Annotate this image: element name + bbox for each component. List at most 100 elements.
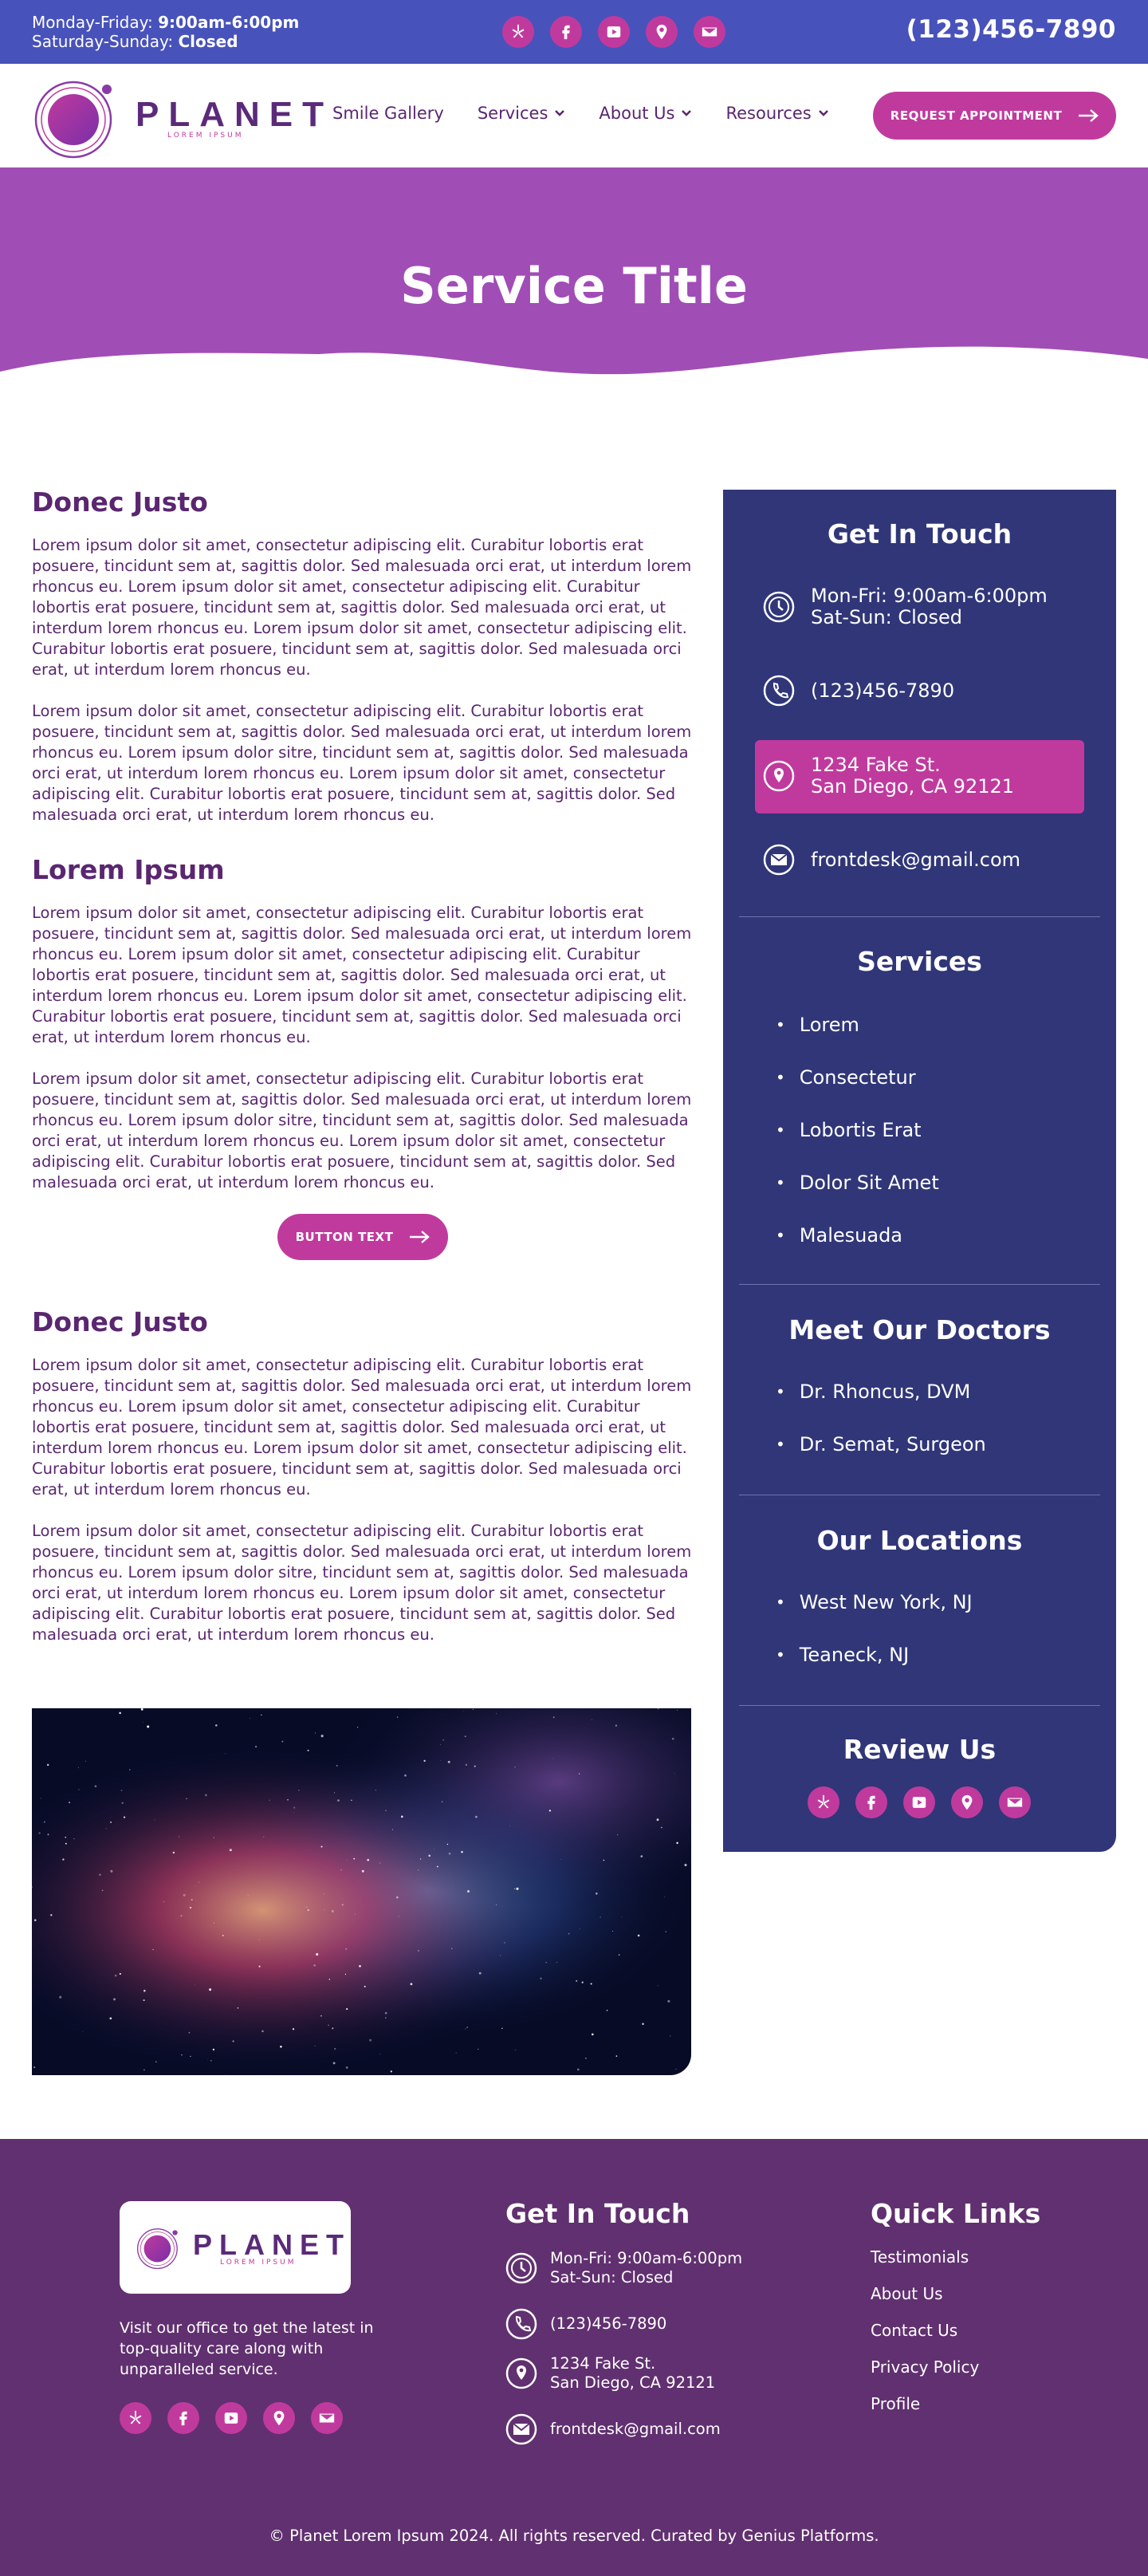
nav-label: Resources xyxy=(725,104,812,123)
address-line: 1234 Fake St. xyxy=(811,754,941,776)
planet-logo-icon xyxy=(136,2228,178,2270)
nav-about-us[interactable]: About Us xyxy=(599,104,692,123)
divider xyxy=(739,916,1100,917)
map-pin-icon xyxy=(763,760,795,792)
facebook-icon[interactable] xyxy=(855,1786,887,1818)
footer-link-testimonials[interactable]: Testimonials xyxy=(871,2247,969,2267)
list-item-label: West New York, NJ xyxy=(799,1591,973,1613)
services-list-item[interactable]: Lobortis Erat xyxy=(776,1104,939,1156)
footer-phone-link[interactable]: (123)456-7890 xyxy=(505,2308,666,2340)
services-list-item[interactable]: Lorem xyxy=(776,998,939,1051)
yelp-icon[interactable] xyxy=(808,1786,839,1818)
clock-icon xyxy=(505,2252,537,2284)
yelp-icon[interactable] xyxy=(120,2402,151,2434)
divider xyxy=(739,1284,1100,1285)
content-section: Donec Justo Lorem ipsum dolor sit amet, … xyxy=(32,486,694,825)
map-pin-icon[interactable] xyxy=(263,2402,295,2434)
doctors-list-item[interactable]: Dr. Rhoncus, DVM xyxy=(776,1365,986,1418)
logo-name: PLANET xyxy=(136,95,333,134)
weekday-label: Monday-Friday: xyxy=(32,13,153,32)
site-logo[interactable]: PLANET LOREM IPSUM xyxy=(32,73,333,161)
sidebar-address-link[interactable]: 1234 Fake St. San Diego, CA 92121 xyxy=(763,754,1014,798)
top-bar: Monday-Friday: 9:00am-6:00pm Saturday-Su… xyxy=(0,0,1148,64)
footer-links-heading: Quick Links xyxy=(871,2198,1041,2229)
footer-link-profile[interactable]: Profile xyxy=(871,2394,920,2413)
footer-address-link[interactable]: 1234 Fake St. San Diego, CA 92121 xyxy=(505,2354,715,2393)
nav-services[interactable]: Services xyxy=(478,104,566,123)
main-content: Donec Justo Lorem ipsum dolor sit amet, … xyxy=(32,486,694,1674)
chevron-down-icon xyxy=(555,110,565,116)
button-label: REQUEST APPOINTMENT xyxy=(890,108,1063,123)
section-paragraph: Lorem ipsum dolor sit amet, consectetur … xyxy=(32,536,692,679)
section-paragraph: Lorem ipsum dolor sit amet, consectetur … xyxy=(32,1356,692,1499)
content-section: Donec Justo Lorem ipsum dolor sit amet, … xyxy=(32,1306,694,1645)
services-list-item[interactable]: Malesuada xyxy=(776,1209,939,1262)
address-line: San Diego, CA 92121 xyxy=(811,775,1015,798)
topbar-phone-link[interactable]: (123)456-7890 xyxy=(906,15,1116,44)
sidebar-hours: Mon-Fri: 9:00am-6:00pm Sat-Sun: Closed xyxy=(763,585,1048,628)
list-item-label: Lorem xyxy=(799,1014,859,1036)
email-icon xyxy=(505,2413,537,2445)
footer-logo[interactable]: PLANET LOREM IPSUM xyxy=(120,2201,351,2294)
map-pin-icon[interactable] xyxy=(646,16,678,48)
copyright-text: © Planet Lorem Ipsum 2024. All rights re… xyxy=(269,2527,879,2545)
footer-email-link[interactable]: frontdesk@gmail.com xyxy=(505,2413,721,2445)
list-item-label: Lobortis Erat xyxy=(799,1119,922,1141)
email-icon[interactable] xyxy=(999,1786,1031,1818)
youtube-icon[interactable] xyxy=(598,16,630,48)
hours-line: Mon-Fri: 9:00am-6:00pm xyxy=(811,585,1048,607)
yelp-icon[interactable] xyxy=(502,16,534,48)
content-cta-button[interactable]: BUTTON TEXT xyxy=(277,1214,448,1260)
facebook-icon[interactable] xyxy=(550,16,582,48)
services-list-item[interactable]: Consectetur xyxy=(776,1051,939,1104)
email-text: frontdesk@gmail.com xyxy=(550,2420,721,2438)
sidebar-review-heading: Review Us xyxy=(843,1734,997,1765)
phone-text: (123)456-7890 xyxy=(811,679,955,702)
page-title: Service Title xyxy=(400,257,748,315)
section-paragraph: Lorem ipsum dolor sit amet, consectetur … xyxy=(32,702,692,824)
arrow-right-icon xyxy=(410,1231,431,1243)
services-list: Lorem Consectetur Lobortis Erat Dolor Si… xyxy=(776,998,939,1262)
office-hours: Monday-Friday: 9:00am-6:00pm Saturday-Su… xyxy=(32,13,299,51)
email-icon[interactable] xyxy=(311,2402,343,2434)
sidebar-doctors-heading: Meet Our Doctors xyxy=(788,1314,1051,1345)
nav-label: Services xyxy=(477,104,548,123)
phone-text: (123)456-7890 xyxy=(550,2314,667,2333)
nav-smile-gallery[interactable]: Smile Gallery xyxy=(332,104,444,123)
nav-label: Smile Gallery xyxy=(332,104,444,123)
request-appointment-button[interactable]: REQUEST APPOINTMENT xyxy=(873,92,1116,140)
sidebar-phone-link[interactable]: (123)456-7890 xyxy=(763,675,954,707)
footer-contact-heading: Get In Touch xyxy=(505,2198,690,2229)
doctors-list-item[interactable]: Dr. Semat, Surgeon xyxy=(776,1418,986,1471)
content-section: Lorem Ipsum Lorem ipsum dolor sit amet, … xyxy=(32,854,694,1260)
youtube-icon[interactable] xyxy=(903,1786,935,1818)
galaxy-image xyxy=(32,1708,691,2075)
nav-resources[interactable]: Resources xyxy=(725,104,828,123)
phone-icon xyxy=(763,675,795,707)
section-heading: Donec Justo xyxy=(32,486,208,518)
address-line: 1234 Fake St. xyxy=(550,2354,656,2373)
section-heading: Lorem Ipsum xyxy=(32,854,225,885)
locations-list-item[interactable]: West New York, NJ xyxy=(776,1576,973,1629)
divider xyxy=(739,1705,1100,1706)
map-pin-icon[interactable] xyxy=(951,1786,983,1818)
list-item-label: Malesuada xyxy=(799,1224,903,1247)
logo-name: PLANET xyxy=(193,2228,351,2261)
phone-icon xyxy=(505,2308,537,2340)
section-paragraph: Lorem ipsum dolor sit amet, consectetur … xyxy=(32,1522,692,1644)
map-pin-icon xyxy=(505,2357,537,2389)
sidebar-contact-heading: Get In Touch xyxy=(827,518,1012,549)
services-list-item[interactable]: Dolor Sit Amet xyxy=(776,1156,939,1209)
facebook-icon[interactable] xyxy=(167,2402,199,2434)
footer-social-links xyxy=(120,2402,343,2434)
footer-link-about-us[interactable]: About Us xyxy=(871,2284,943,2303)
sidebar-email-link[interactable]: frontdesk@gmail.com xyxy=(763,844,1020,876)
footer-link-contact-us[interactable]: Contact Us xyxy=(871,2321,957,2340)
section-heading: Donec Justo xyxy=(32,1306,208,1337)
youtube-icon[interactable] xyxy=(215,2402,247,2434)
hours-line: Sat-Sun: Closed xyxy=(811,606,962,628)
footer-link-privacy-policy[interactable]: Privacy Policy xyxy=(871,2357,979,2377)
locations-list-item[interactable]: Teaneck, NJ xyxy=(776,1629,973,1681)
email-icon[interactable] xyxy=(694,16,725,48)
nav-label: About Us xyxy=(599,104,675,123)
